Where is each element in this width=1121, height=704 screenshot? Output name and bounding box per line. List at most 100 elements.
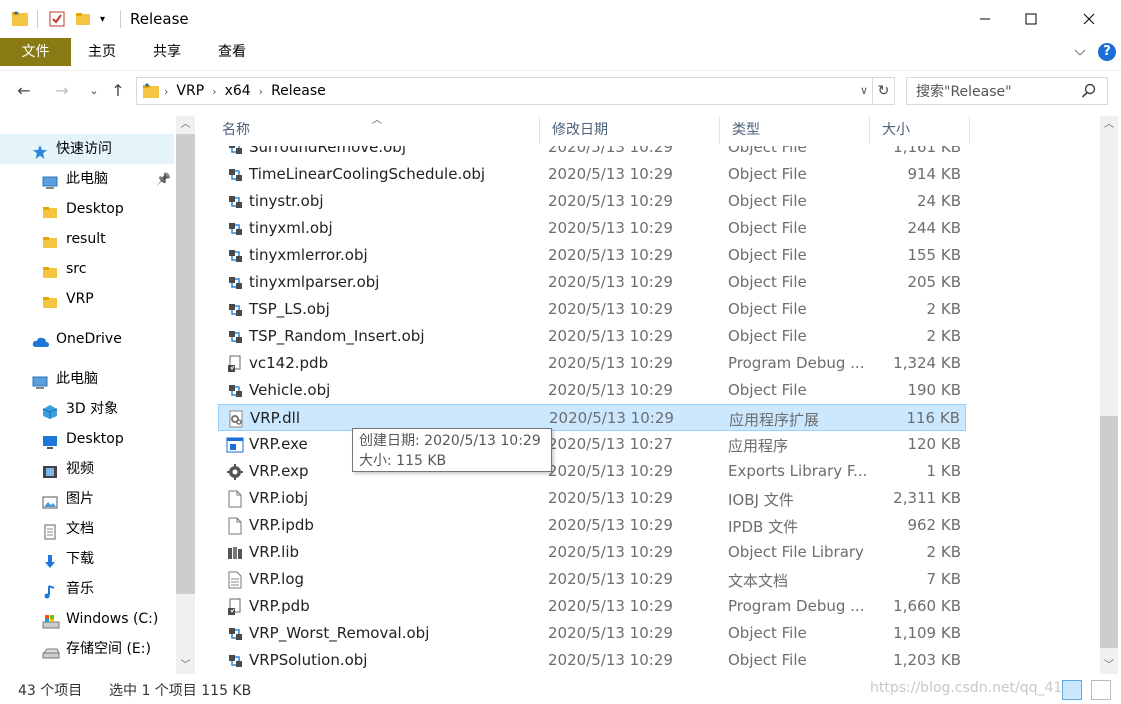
- file-row[interactable]: VRP.exe 2020/5/13 10:27 应用程序 120 KB: [218, 431, 966, 458]
- sidebar-item-快速访问[interactable]: 快速访问: [0, 134, 174, 164]
- maximize-icon: [1025, 13, 1037, 25]
- tab-view[interactable]: 查看: [202, 38, 262, 66]
- sidebar-item-存储空间-e-[interactable]: 存储空间 (E:): [0, 634, 174, 664]
- file-row[interactable]: vc142.pdb 2020/5/13 10:29 Program Debug ..…: [218, 350, 966, 377]
- file-type: Object File: [728, 273, 807, 291]
- maximize-button[interactable]: [1008, 0, 1054, 38]
- up-icon[interactable]: ↑: [108, 81, 128, 101]
- expand-ribbon-icon[interactable]: [1072, 44, 1088, 60]
- navigation-pane-scrollbar[interactable]: ︿ ﹀: [176, 116, 195, 674]
- sidebar-item-下载[interactable]: 下载: [0, 544, 174, 574]
- breadcrumb-separator-icon[interactable]: ›: [259, 85, 263, 98]
- properties-icon[interactable]: [48, 10, 66, 28]
- tab-share[interactable]: 共享: [137, 38, 197, 66]
- sidebar-item-windows-c-[interactable]: Windows (C:): [0, 604, 174, 634]
- scroll-up-icon[interactable]: ︿: [176, 116, 195, 133]
- recent-locations-icon[interactable]: ⌄: [84, 81, 104, 101]
- close-icon: [1083, 13, 1095, 25]
- file-row[interactable]: VRP.dll 2020/5/13 10:29 应用程序扩展 116 KB: [218, 404, 966, 431]
- file-row[interactable]: VRP.exp 2020/5/13 10:29 Exports Library F.…: [218, 458, 966, 485]
- scroll-up-icon[interactable]: ︿: [1100, 116, 1118, 133]
- customize-toolbar-icon[interactable]: ▾: [100, 9, 105, 29]
- sidebar-item-src[interactable]: src: [0, 254, 174, 284]
- file-name: tinystr.obj: [249, 192, 324, 210]
- sidebar-item-result[interactable]: result: [0, 224, 174, 254]
- file-list-scrollbar[interactable]: ︿ ﹀: [1100, 116, 1118, 674]
- breadcrumb-separator-icon[interactable]: ›: [164, 85, 168, 98]
- sidebar-item-label: 此电脑: [66, 171, 108, 187]
- breadcrumb-vrp[interactable]: VRP: [176, 83, 204, 99]
- tab-home[interactable]: 主页: [72, 38, 132, 66]
- exe-file-icon: [226, 436, 244, 454]
- back-icon[interactable]: ←: [14, 81, 34, 101]
- sidebar-item-label: 图片: [66, 491, 94, 507]
- sidebar-item-label: 快速访问: [56, 141, 112, 157]
- ribbon: 文件 主页 共享 查看 ?: [0, 38, 1121, 68]
- column-size[interactable]: 大小: [870, 116, 970, 144]
- file-row[interactable]: VRP_Worst_Removal.obj 2020/5/13 10:29 Obje…: [218, 620, 966, 647]
- scroll-down-icon[interactable]: ﹀: [1100, 657, 1118, 674]
- column-type[interactable]: 类型: [720, 116, 870, 144]
- sidebar-item-desktop[interactable]: Desktop: [0, 194, 174, 224]
- sidebar-item-视频[interactable]: 视频: [0, 454, 174, 484]
- sidebar-item-vrp[interactable]: VRP: [0, 284, 174, 314]
- sidebar-item-音乐[interactable]: 音乐: [0, 574, 174, 604]
- forward-icon[interactable]: →: [52, 81, 72, 101]
- file-row[interactable]: tinystr.obj 2020/5/13 10:29 Object File 24 …: [218, 188, 966, 215]
- breadcrumb-x64[interactable]: x64: [225, 83, 251, 99]
- sidebar-item-图片[interactable]: 图片: [0, 484, 174, 514]
- pin-icon[interactable]: 📌: [156, 164, 171, 194]
- tab-file[interactable]: 文件: [0, 38, 71, 66]
- file-row[interactable]: tinyxml.obj 2020/5/13 10:29 Object File 244…: [218, 215, 966, 242]
- desktop-icon: [42, 431, 58, 449]
- file-type: Object File: [728, 300, 807, 318]
- large-icons-view-icon[interactable]: [1091, 680, 1111, 700]
- sidebar-item-desktop[interactable]: Desktop: [0, 424, 174, 454]
- scroll-down-icon[interactable]: ﹀: [176, 657, 195, 674]
- file-row[interactable]: tinyxmlerror.obj 2020/5/13 10:29 Object Fi…: [218, 242, 966, 269]
- search-input[interactable]: 搜索"Release": [906, 77, 1108, 105]
- minimize-button[interactable]: [962, 0, 1008, 38]
- file-row[interactable]: tinyxmlparser.obj 2020/5/13 10:29 Object F…: [218, 269, 966, 296]
- column-date[interactable]: 修改日期: [540, 116, 720, 144]
- file-row[interactable]: VRP.iobj 2020/5/13 10:29 IOBJ 文件 2,311 KB: [218, 485, 966, 512]
- sidebar-item-此电脑[interactable]: 此电脑 📌: [0, 164, 174, 194]
- file-row[interactable]: VRP.pdb 2020/5/13 10:29 Program Debug ... 1…: [218, 593, 966, 620]
- dll-file-icon: [227, 410, 245, 428]
- breadcrumb-separator-icon[interactable]: ›: [212, 85, 216, 98]
- file-name: VRP.dll: [250, 409, 301, 427]
- file-date: 2020/5/13 10:27: [548, 435, 673, 453]
- refresh-icon[interactable]: ↻: [873, 77, 895, 105]
- file-row[interactable]: VRP.lib 2020/5/13 10:29 Object File Librar…: [218, 539, 966, 566]
- new-folder-icon[interactable]: [74, 10, 92, 28]
- close-button[interactable]: [1066, 0, 1112, 38]
- scrollbar-thumb[interactable]: [1100, 416, 1118, 648]
- sidebar-item-3d-对象[interactable]: 3D 对象: [0, 394, 174, 424]
- details-view-icon[interactable]: [1062, 680, 1082, 700]
- scrollbar-thumb[interactable]: [176, 134, 195, 594]
- file-row[interactable]: VRP.log 2020/5/13 10:29 文本文档 7 KB: [218, 566, 966, 593]
- help-icon[interactable]: ?: [1098, 43, 1116, 61]
- breadcrumb-release[interactable]: Release: [271, 83, 326, 99]
- file-row[interactable]: TimeLinearCoolingSchedule.obj 2020/5/13 1…: [218, 161, 966, 188]
- address-history-icon[interactable]: ∨: [860, 84, 868, 97]
- blank-file-icon: [226, 517, 244, 535]
- file-date: 2020/5/13 10:29: [548, 165, 673, 183]
- file-name: Vehicle.obj: [249, 381, 331, 399]
- sidebar-item-文档[interactable]: 文档: [0, 514, 174, 544]
- search-icon: [1081, 83, 1096, 98]
- file-row[interactable]: VRPSolution.obj 2020/5/13 10:29 Object Fil…: [218, 647, 966, 674]
- sidebar-item-此电脑[interactable]: 此电脑: [0, 364, 174, 394]
- file-row[interactable]: TSP_Random_Insert.obj 2020/5/13 10:29 Obje…: [218, 323, 966, 350]
- file-name: tinyxmlparser.obj: [249, 273, 380, 291]
- file-row[interactable]: Vehicle.obj 2020/5/13 10:29 Object File 190…: [218, 377, 966, 404]
- file-date: 2020/5/13 10:29: [548, 381, 673, 399]
- sidebar-item-label: 下载: [66, 551, 94, 567]
- address-bar[interactable]: › VRP › x64 › Release ∨: [136, 77, 873, 105]
- file-name: VRP.pdb: [249, 597, 310, 615]
- file-row[interactable]: VRP.ipdb 2020/5/13 10:29 IPDB 文件 962 KB: [218, 512, 966, 539]
- file-row[interactable]: TSP_LS.obj 2020/5/13 10:29 Object File 2 KB: [218, 296, 966, 323]
- explorer-folder-icon[interactable]: [10, 9, 30, 29]
- file-size: 2 KB: [926, 300, 961, 318]
- sidebar-item-onedrive[interactable]: OneDrive: [0, 324, 174, 354]
